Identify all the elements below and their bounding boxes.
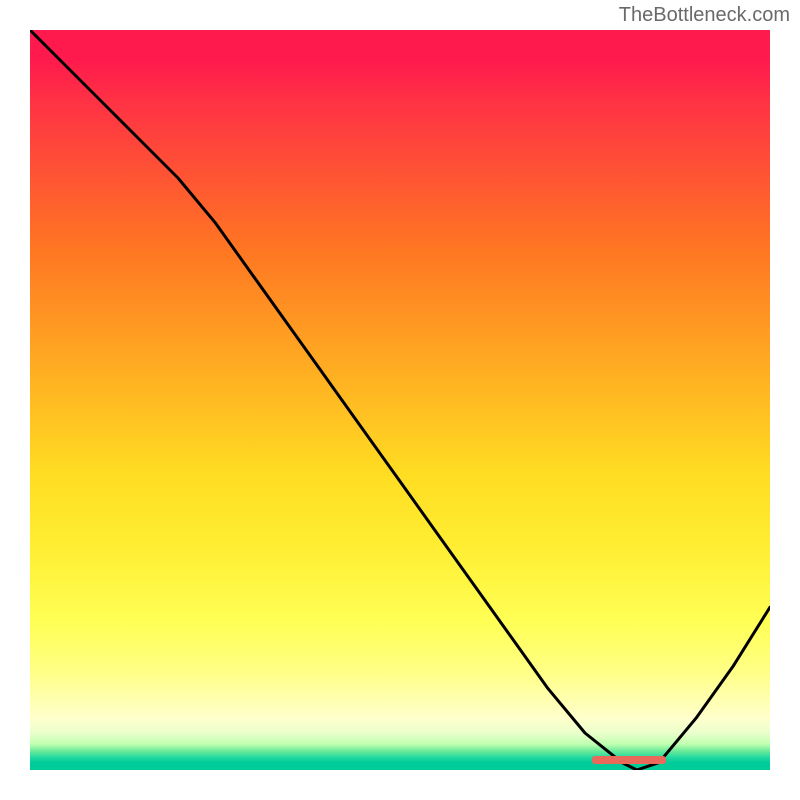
bottleneck-curve: [30, 30, 770, 770]
optimal-zone-marker: [592, 756, 666, 764]
plot-area: [30, 30, 770, 770]
watermark-text: TheBottleneck.com: [619, 4, 790, 27]
